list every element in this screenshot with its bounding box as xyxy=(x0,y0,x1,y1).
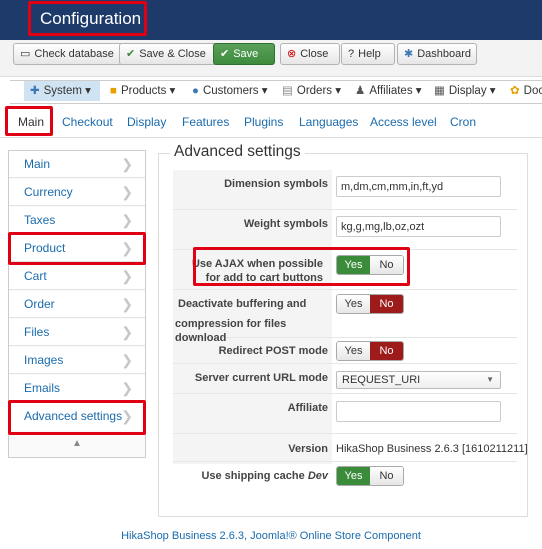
sidebar-item-files[interactable]: Files ❯ xyxy=(9,319,145,346)
check-icon: ✔ xyxy=(126,48,136,60)
version-value: HikaShop Business 2.6.3 [1610211211] xyxy=(336,443,528,455)
menu-affiliates[interactable]: ♟ Affiliates ▾ xyxy=(355,81,422,101)
affiliate-label: Affiliate xyxy=(287,402,328,414)
shipping-cache-toggle[interactable]: Yes No xyxy=(336,466,404,486)
shipping-cache-label: Use shipping cache Dev xyxy=(201,470,328,482)
tabs-divider xyxy=(0,137,542,138)
buffering-label-line2: compression for files download xyxy=(175,318,287,344)
menu-documentation[interactable]: ✿ Doc xyxy=(510,81,542,101)
sidebar-item-currency[interactable]: Currency ❯ xyxy=(9,179,145,206)
dashboard-icon: ✱ xyxy=(404,48,414,60)
weight-symbols-label: Weight symbols xyxy=(243,218,328,230)
customers-icon: ● xyxy=(192,85,199,97)
sidebar-item-taxes[interactable]: Taxes ❯ xyxy=(9,207,145,234)
url-mode-label: Server current URL mode xyxy=(194,372,328,384)
sidebar-item-main[interactable]: Main ❯ xyxy=(9,151,145,178)
tab-cron[interactable]: Cron xyxy=(450,114,476,130)
sidebar-item-cart[interactable]: Cart ❯ xyxy=(9,263,145,290)
affiliate-input[interactable] xyxy=(336,401,501,422)
close-button[interactable]: ⊗ Close xyxy=(280,43,340,65)
documentation-icon: ✿ xyxy=(510,85,520,97)
chevron-right-icon: ❯ xyxy=(121,184,133,200)
highlight-advanced-settings xyxy=(8,400,146,435)
orders-icon: ▤ xyxy=(282,85,293,97)
chevron-down-icon: ▼ xyxy=(486,375,494,384)
menu-customers[interactable]: ● Customers ▾ xyxy=(192,81,268,101)
sidebar-item-emails[interactable]: Emails ❯ xyxy=(9,375,145,402)
collapse-icon[interactable]: ▲ xyxy=(70,437,84,451)
help-icon: ? xyxy=(348,48,355,60)
chevron-right-icon: ❯ xyxy=(121,380,133,396)
tab-checkout[interactable]: Checkout xyxy=(62,114,113,130)
redirect-post-label: Redirect POST mode xyxy=(218,345,328,357)
version-label: Version xyxy=(288,443,328,455)
tab-features[interactable]: Features xyxy=(182,114,229,130)
shipping-cache-yes[interactable]: Yes xyxy=(337,467,370,485)
refresh-icon: ▭ xyxy=(20,48,31,60)
dashboard-button[interactable]: ✱ Dashboard xyxy=(397,43,477,65)
tab-languages[interactable]: Languages xyxy=(299,114,358,130)
chevron-right-icon: ❯ xyxy=(121,296,133,312)
highlight-title xyxy=(28,1,147,36)
affiliates-icon: ♟ xyxy=(355,85,366,97)
redirect-no[interactable]: No xyxy=(370,342,403,360)
weight-symbols-input[interactable]: kg,g,mg,lb,oz,ozt xyxy=(336,216,501,237)
menu-orders[interactable]: ▤ Orders ▾ xyxy=(282,81,341,101)
save-icon: ✔ xyxy=(220,48,230,60)
dimension-symbols-input[interactable]: m,dm,cm,mm,in,ft,yd xyxy=(336,176,501,197)
tab-plugins[interactable]: Plugins xyxy=(244,114,283,130)
shipping-cache-no[interactable]: No xyxy=(370,467,403,485)
help-button[interactable]: ? Help xyxy=(341,43,395,65)
sidebar-item-images[interactable]: Images ❯ xyxy=(9,347,145,374)
tab-access-level[interactable]: Access level xyxy=(370,114,437,130)
highlight-main-tab xyxy=(5,106,53,136)
display-icon: ▦ xyxy=(434,85,445,97)
close-icon: ⊗ xyxy=(287,48,297,60)
footer-link[interactable]: HikaShop Business 2.6.3, Joomla!® Online… xyxy=(0,530,542,542)
products-icon: ■ xyxy=(110,85,117,97)
chevron-right-icon: ❯ xyxy=(121,352,133,368)
chevron-right-icon: ❯ xyxy=(121,212,133,228)
url-mode-select[interactable]: REQUEST_URI ▼ xyxy=(336,371,501,389)
buffering-label-line1: Deactivate buffering and xyxy=(178,298,307,310)
highlight-product xyxy=(8,232,146,265)
menu-display[interactable]: ▦ Display ▾ xyxy=(434,81,496,101)
sidebar-item-order[interactable]: Order ❯ xyxy=(9,291,145,318)
chevron-right-icon: ❯ xyxy=(121,324,133,340)
chevron-right-icon: ❯ xyxy=(121,156,133,172)
save-close-button[interactable]: ✔ Save & Close xyxy=(119,43,227,65)
save-button[interactable]: ✔ Save xyxy=(213,43,275,65)
dimension-symbols-label: Dimension symbols xyxy=(224,178,328,190)
buffering-no[interactable]: No xyxy=(370,295,403,313)
section-title: Advanced settings xyxy=(170,142,305,162)
check-database-button[interactable]: ▭ Check database xyxy=(13,43,123,65)
redirect-post-toggle[interactable]: Yes No xyxy=(336,341,404,361)
chevron-right-icon: ❯ xyxy=(121,268,133,284)
menu-system[interactable]: ✚ System ▾ xyxy=(24,81,100,101)
highlight-ajax xyxy=(193,247,410,286)
redirect-yes[interactable]: Yes xyxy=(337,342,370,360)
menu-products[interactable]: ■ Products ▾ xyxy=(110,81,175,101)
tab-display[interactable]: Display xyxy=(127,114,166,130)
wrench-icon: ✚ xyxy=(30,85,40,97)
buffering-yes[interactable]: Yes xyxy=(337,295,370,313)
buffering-toggle[interactable]: Yes No xyxy=(336,294,404,314)
shipping-cache-suffix: Dev xyxy=(307,470,328,482)
